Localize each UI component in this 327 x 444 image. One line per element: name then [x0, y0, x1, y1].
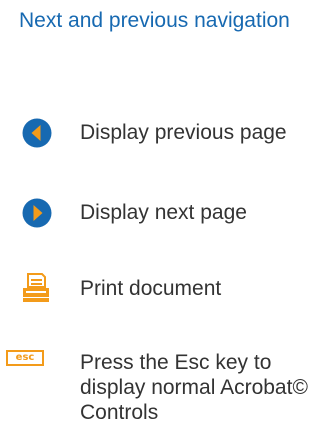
- esc-key: esc: [6, 350, 44, 366]
- print-label: Print document: [80, 277, 222, 300]
- esc-key-icon: esc: [6, 350, 44, 366]
- previous-page-icon[interactable]: [22, 118, 52, 153]
- esc-row: esc Press the Esc key to display normal …: [0, 346, 327, 442]
- next-page-icon[interactable]: [22, 198, 52, 233]
- print-row[interactable]: Print document: [0, 273, 327, 305]
- previous-page-label: Display previous page: [80, 121, 287, 144]
- esc-instruction-label: Press the Esc key to display normal Acro…: [80, 351, 308, 424]
- previous-page-row[interactable]: Display previous page: [0, 118, 327, 148]
- page-title: Next and previous navigation: [19, 9, 290, 32]
- esc-key-label: esc: [15, 352, 35, 363]
- next-page-row[interactable]: Display next page: [0, 198, 327, 228]
- next-page-label: Display next page: [80, 201, 247, 224]
- printer-icon[interactable]: [22, 273, 50, 308]
